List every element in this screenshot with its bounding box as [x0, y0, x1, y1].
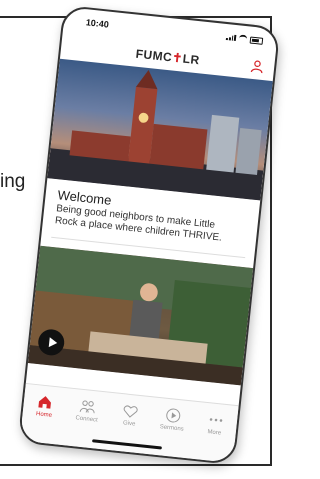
tab-home[interactable]: Home: [23, 392, 64, 444]
tab-label: Give: [122, 420, 136, 428]
people-icon: [79, 400, 95, 414]
heart-icon: [123, 405, 138, 418]
tab-label: Home: [35, 411, 53, 419]
sermon-video[interactable]: [27, 245, 254, 386]
tab-label: Sermons: [159, 424, 184, 433]
play-circle-icon: [166, 408, 181, 423]
home-icon: [38, 396, 52, 409]
church-illustration: [47, 70, 264, 201]
tab-sermons[interactable]: Sermons: [151, 406, 192, 458]
more-icon: [209, 418, 222, 422]
status-time: 10:40: [85, 17, 110, 30]
battery-icon: [249, 36, 264, 45]
signal-icon: [225, 34, 237, 42]
wifi-icon: [238, 34, 248, 44]
phone-mockup: 10:40 FUMC✝LR Welcome Being good neighbo…: [17, 4, 281, 466]
hero-image-church: [47, 58, 273, 201]
document-text-fragment: ing: [0, 171, 26, 192]
video-thumbnail: [27, 245, 254, 386]
tab-more[interactable]: More: [193, 410, 234, 462]
tab-label: Connect: [75, 415, 98, 424]
status-icons: [225, 33, 264, 45]
tab-label: More: [207, 429, 222, 437]
app-logo: FUMC✝LR: [135, 46, 201, 68]
profile-icon[interactable]: [250, 59, 265, 74]
